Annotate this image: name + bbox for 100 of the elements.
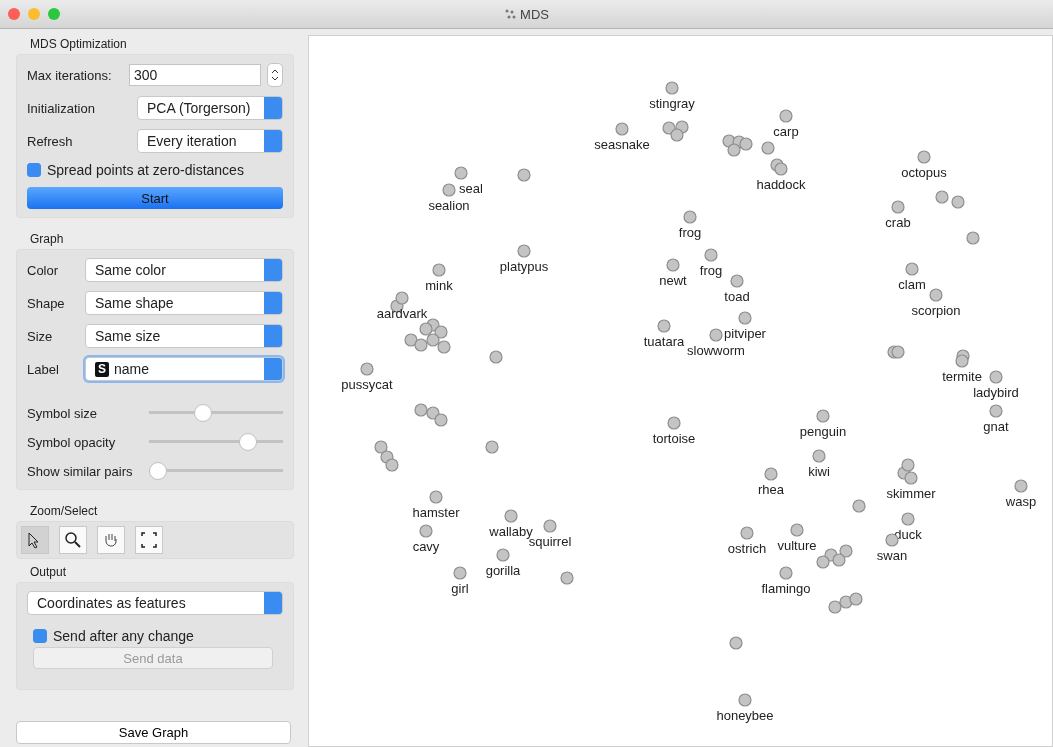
data-point (374, 440, 388, 454)
data-point (779, 109, 793, 123)
data-point (764, 467, 778, 481)
point-label: carp (773, 124, 799, 139)
data-point (740, 526, 754, 540)
data-point (517, 244, 531, 258)
slider-thumb[interactable] (149, 462, 167, 480)
checkbox[interactable] (27, 163, 41, 177)
slider-label: Symbol opacity (27, 434, 117, 450)
data-point (666, 258, 680, 272)
data-point (485, 440, 499, 454)
point-label: cavy (412, 539, 440, 554)
data-point (738, 311, 752, 325)
data-point (955, 354, 969, 368)
save-graph-button[interactable]: Save Graph (16, 721, 291, 744)
data-point (504, 509, 518, 523)
data-point (901, 512, 915, 526)
point-label: vulture (777, 538, 817, 553)
field-label: Max iterations: (27, 67, 113, 83)
data-point (385, 458, 399, 472)
dropdown[interactable]: Every iteration (137, 129, 283, 153)
data-point (657, 319, 671, 333)
window-title: MDS (520, 6, 549, 22)
point-label: mink (425, 278, 453, 293)
spinner-icon[interactable] (267, 63, 283, 87)
data-point (989, 370, 1003, 384)
data-point (901, 458, 915, 472)
point-label: toad (724, 289, 750, 304)
point-label: kiwi (808, 464, 830, 479)
checkbox[interactable] (33, 629, 47, 643)
slider-thumb[interactable] (239, 433, 258, 451)
dropdown[interactable]: Same shape (85, 291, 283, 315)
data-point (414, 338, 428, 352)
data-point (966, 231, 980, 245)
data-point (683, 210, 697, 224)
close-icon[interactable] (8, 8, 20, 20)
point-label: ostrich (727, 541, 767, 556)
dropdown[interactable]: PCA (Torgerson) (137, 96, 283, 120)
fit-view-tool-button[interactable] (135, 526, 163, 554)
data-point (454, 166, 468, 180)
point-label: gnat (983, 419, 1009, 434)
zoom-tool-button[interactable] (59, 526, 87, 554)
point-label: seasnake (594, 137, 650, 152)
data-point (560, 571, 574, 585)
point-label: flamingo (761, 581, 811, 596)
section-title: Output (30, 565, 67, 579)
data-point (517, 168, 531, 182)
dropdown[interactable]: Same size (85, 324, 283, 348)
point-label: clam (898, 277, 926, 292)
point-label: honeybee (716, 708, 774, 723)
data-point (670, 128, 684, 142)
point-label: tortoise (652, 431, 696, 446)
data-point (434, 325, 448, 339)
data-point (839, 544, 853, 558)
data-point (891, 200, 905, 214)
scatter-icon (504, 8, 517, 20)
point-label: sealion (428, 198, 470, 213)
data-point (442, 183, 456, 197)
minimize-icon[interactable] (28, 8, 40, 20)
zoom-icon (64, 531, 82, 549)
data-point (1014, 479, 1028, 493)
point-label: seal (459, 181, 483, 196)
data-point (729, 636, 743, 650)
section-title: Graph (30, 232, 64, 246)
dropdown[interactable]: Coordinates as features (27, 591, 283, 615)
data-point (929, 288, 943, 302)
input-field[interactable]: 300 (129, 64, 261, 86)
data-point (852, 499, 866, 513)
point-label: skimmer (886, 486, 936, 501)
start-button[interactable]: Start (27, 187, 283, 209)
zoom-window-icon[interactable] (48, 8, 60, 20)
data-point (774, 162, 788, 176)
point-label: hamster (412, 505, 460, 520)
point-label: scorpion (911, 303, 961, 318)
slider-thumb[interactable] (194, 404, 213, 422)
data-point (434, 413, 448, 427)
point-label: platypus (499, 259, 549, 274)
data-point (832, 553, 846, 567)
hand-tool-button[interactable] (97, 526, 125, 554)
data-point (727, 143, 741, 157)
data-point (989, 404, 1003, 418)
data-point (779, 566, 793, 580)
point-label: ladybird (973, 385, 1019, 400)
point-label: gorilla (485, 563, 521, 578)
pointer-tool-button[interactable] (21, 526, 49, 554)
field-label: Size (27, 328, 54, 344)
data-point (739, 137, 753, 151)
data-point (437, 340, 451, 354)
data-point (429, 490, 443, 504)
data-point (812, 449, 826, 463)
data-point (404, 333, 418, 347)
dropdown[interactable]: Same color (85, 258, 283, 282)
field-label: Refresh (27, 133, 74, 149)
dropdown[interactable]: S name (85, 357, 283, 381)
data-point (709, 328, 723, 342)
data-point (839, 595, 853, 609)
data-point (360, 362, 374, 376)
point-label: wasp (1005, 494, 1037, 509)
data-point (917, 150, 931, 164)
data-point (790, 523, 804, 537)
